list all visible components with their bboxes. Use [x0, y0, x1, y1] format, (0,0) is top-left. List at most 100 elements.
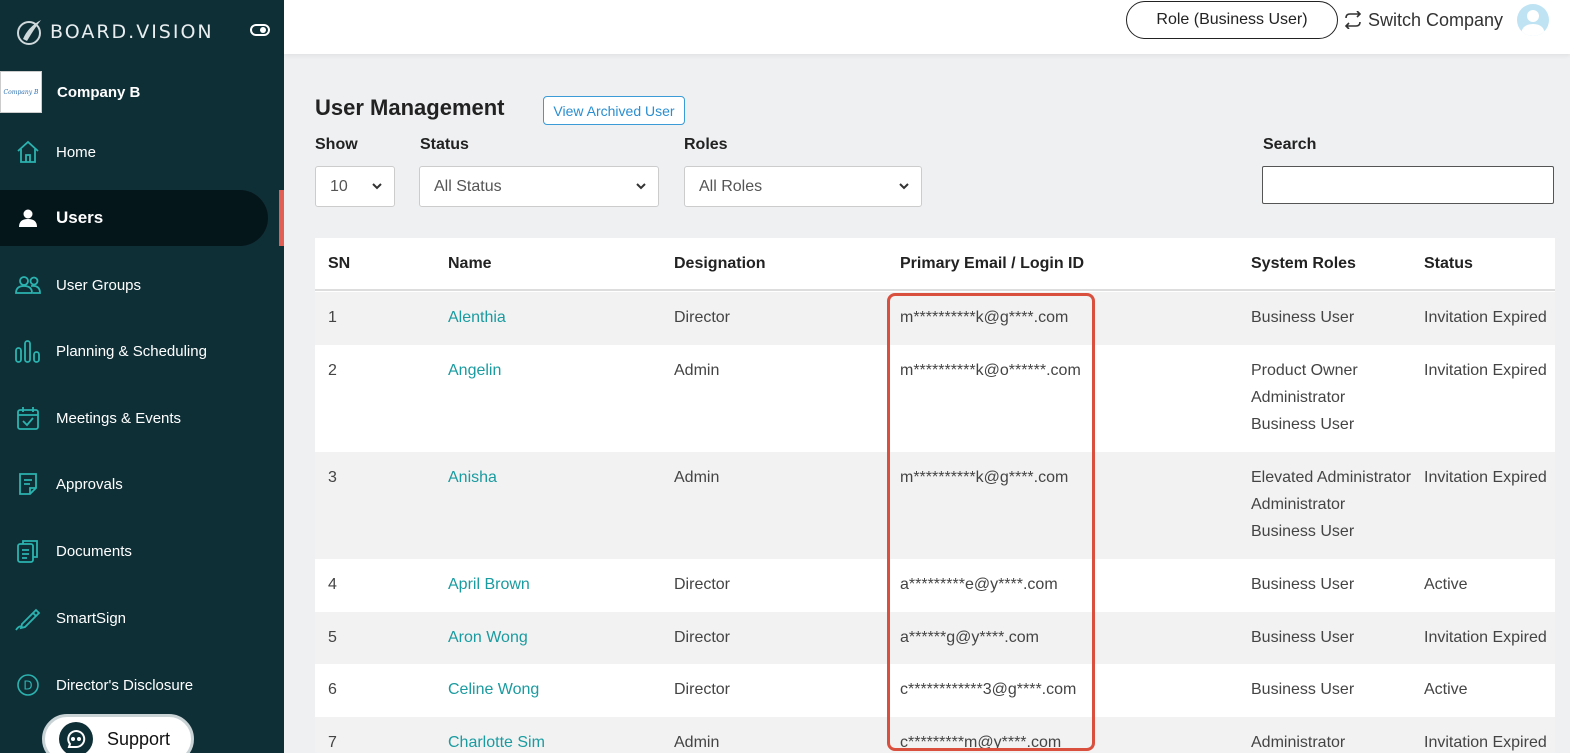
cell-sn: 5: [328, 629, 337, 646]
status-select[interactable]: All Status: [419, 166, 659, 207]
cell-status: Invitation Expired: [1424, 629, 1547, 646]
chevron-down-icon: [899, 183, 909, 190]
table-row: 4 April Brown Director a*********e@y****…: [315, 559, 1555, 612]
cell-status: Invitation Expired: [1424, 469, 1547, 486]
cell-email: a******g@y****.com: [900, 629, 1039, 646]
bars-icon: [14, 337, 42, 365]
status-label: Status: [420, 136, 469, 153]
support-button[interactable]: Support: [42, 714, 194, 753]
user-avatar-icon: [1521, 10, 1545, 36]
sidebar-item-label: Meetings & Events: [56, 409, 182, 427]
top-bar: Role (Business User) Switch Company: [284, 0, 1570, 54]
table-row: 3 Anisha Admin m**********k@g****.com El…: [315, 452, 1555, 559]
switch-company-link[interactable]: Switch Company: [1344, 6, 1503, 34]
view-archived-user-button[interactable]: View Archived User: [543, 96, 685, 125]
d-circle-icon: D: [14, 671, 42, 699]
sidebar-item-smartsign[interactable]: SmartSign: [0, 590, 268, 646]
table-row: 2 Angelin Admin m**********k@o******.com…: [315, 345, 1555, 452]
cell-designation: Director: [674, 681, 731, 698]
company-selector[interactable]: Company B Company B: [0, 70, 284, 114]
cell-sn: 4: [328, 576, 337, 593]
sidebar-item-directors-disclosure[interactable]: D Director's Disclosure: [0, 657, 268, 713]
calendar-check-icon: [14, 404, 42, 432]
sidebar-item-user-groups[interactable]: User Groups: [0, 257, 268, 313]
table-row: 7 Charlotte Sim Admin c*********m@y****.…: [315, 717, 1555, 753]
cell-designation: Director: [674, 629, 731, 646]
logo-text: BOARD.VISION: [50, 21, 214, 43]
user-name-link[interactable]: Celine Wong: [448, 676, 539, 703]
users-icon: [14, 271, 42, 299]
cell-sn: 1: [328, 309, 337, 326]
logo[interactable]: BOARD.VISION: [14, 16, 270, 48]
search-input[interactable]: [1262, 166, 1554, 204]
roles-value: All Roles: [699, 177, 763, 195]
role-text: Business User: [1251, 416, 1355, 433]
sidebar-item-approvals[interactable]: Approvals: [0, 456, 268, 512]
sidebar-item-documents[interactable]: Documents: [0, 523, 268, 579]
cell-roles: Business User: [1251, 676, 1354, 703]
role-text: Administrator: [1251, 496, 1346, 513]
roles-select[interactable]: All Roles: [684, 166, 922, 207]
sidebar-item-label: Users: [56, 208, 104, 227]
column-header-system-roles[interactable]: System Roles: [1251, 255, 1356, 273]
cell-roles: Business User: [1251, 624, 1354, 651]
sidebar-item-label: Approvals: [56, 475, 123, 493]
active-indicator: [279, 190, 284, 246]
cell-designation: Admin: [674, 362, 720, 379]
sidebar-item-label: User Groups: [56, 276, 142, 294]
user-name-link[interactable]: Alenthia: [448, 304, 506, 331]
cell-status: Invitation Expired: [1424, 309, 1547, 326]
role-text: Business User: [1251, 309, 1355, 326]
cell-status: Active: [1424, 681, 1468, 698]
column-header-email[interactable]: Primary Email / Login ID: [900, 255, 1084, 273]
cell-email: m**********k@g****.com: [900, 309, 1069, 326]
sidebar-item-home[interactable]: Home: [0, 124, 268, 180]
user-icon: [14, 204, 42, 232]
role-text: Business User: [1251, 681, 1355, 698]
sidebar-item-label: SmartSign: [56, 609, 127, 627]
switch-arrows-icon: [1344, 11, 1362, 29]
user-name-link[interactable]: Anisha: [448, 464, 497, 491]
role-button[interactable]: Role (Business User): [1126, 1, 1338, 39]
sidebar-item-users[interactable]: Users: [0, 190, 268, 246]
user-name-link[interactable]: Charlotte Sim: [448, 729, 545, 753]
users-table: SN Name Designation Primary Email / Logi…: [315, 238, 1555, 753]
approval-icon: [14, 470, 42, 498]
show-select[interactable]: 10: [315, 166, 395, 207]
table-row: 5 Aron Wong Director a******g@y****.com …: [315, 612, 1555, 664]
switch-company-label: Switch Company: [1368, 9, 1504, 30]
column-header-name[interactable]: Name: [448, 255, 492, 273]
page-title: User Management: [315, 95, 505, 120]
chevron-down-icon: [636, 183, 646, 190]
user-name-link[interactable]: Angelin: [448, 357, 501, 384]
cell-sn: 3: [328, 469, 337, 486]
company-logo: Company B: [0, 71, 42, 113]
cell-status: Invitation Expired: [1424, 734, 1547, 751]
status-value: All Status: [434, 177, 502, 195]
chevron-down-icon: [372, 183, 382, 190]
user-name-link[interactable]: Aron Wong: [448, 624, 528, 651]
chat-icon: [59, 722, 93, 753]
cell-email: m**********k@g****.com: [900, 469, 1069, 486]
cell-designation: Admin: [674, 469, 720, 486]
table-header: SN Name Designation Primary Email / Logi…: [315, 238, 1555, 291]
user-name-link[interactable]: April Brown: [448, 571, 530, 598]
support-label: Support: [107, 728, 171, 749]
cell-status: Invitation Expired: [1424, 362, 1547, 379]
sidebar: BOARD.VISION Company B Company B Home Us…: [0, 0, 284, 753]
avatar[interactable]: [1517, 4, 1549, 36]
sidebar-item-planning-scheduling[interactable]: Planning & Scheduling: [0, 323, 268, 379]
column-header-status[interactable]: Status: [1424, 255, 1473, 273]
search-label: Search: [1263, 136, 1317, 153]
cell-roles: Business User: [1251, 571, 1354, 598]
cell-designation: Director: [674, 576, 731, 593]
role-text: Business User: [1251, 523, 1355, 540]
sidebar-item-meetings-events[interactable]: Meetings & Events: [0, 390, 268, 446]
board-vision-logo-icon: [17, 20, 41, 45]
column-header-designation[interactable]: Designation: [674, 255, 766, 273]
sidebar-toggle-icon[interactable]: [250, 23, 270, 37]
cell-designation: Admin: [674, 734, 720, 751]
cell-roles: Product Owner Administrator Business Use…: [1251, 357, 1358, 438]
column-header-sn[interactable]: SN: [328, 255, 350, 273]
svg-text:D: D: [23, 679, 32, 693]
